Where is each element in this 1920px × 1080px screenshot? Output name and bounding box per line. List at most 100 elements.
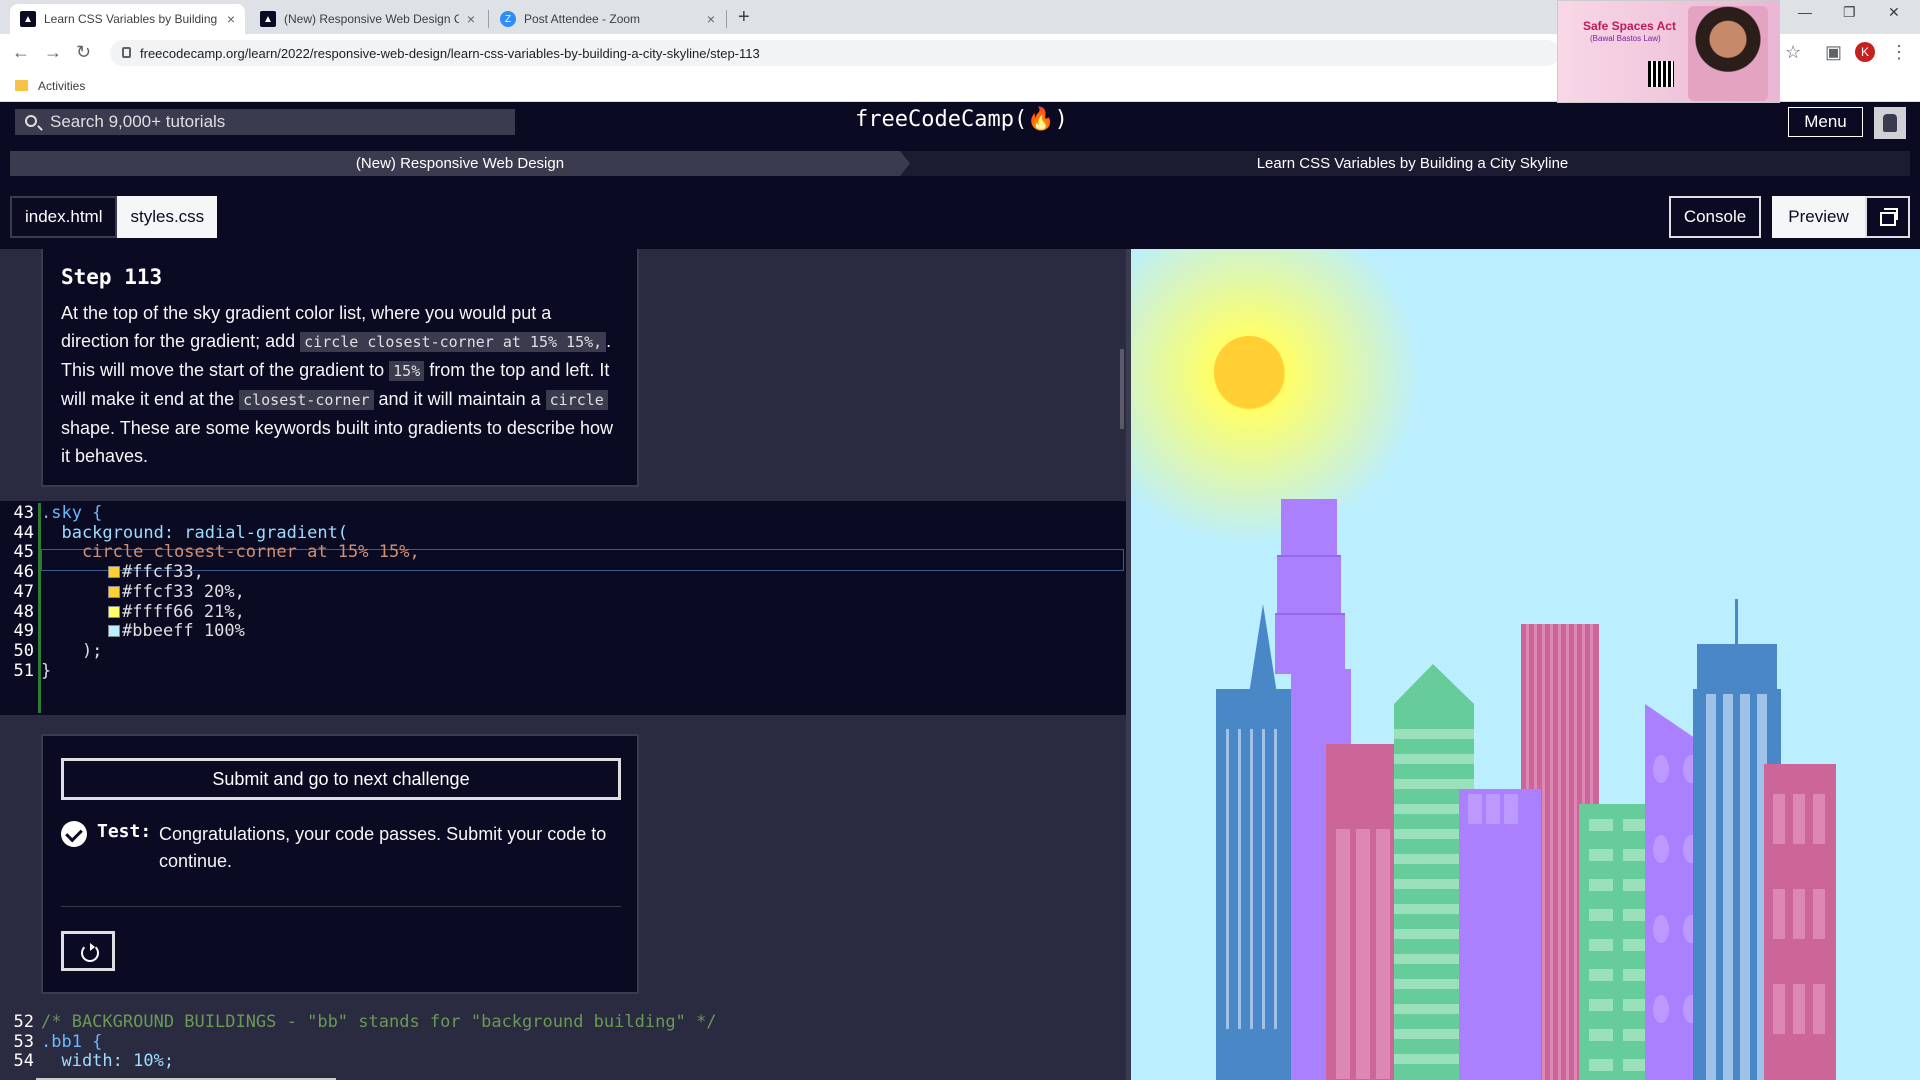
code-line[interactable]: } [41,661,51,681]
search-input[interactable]: Search 9,000+ tutorials [15,109,515,135]
zoom-favicon-icon: Z [500,11,516,27]
step-text: At the top of the sky gradient color lis… [61,299,621,470]
close-icon[interactable]: × [707,11,715,27]
code-block[interactable]: 43 .sky { 44 background: radial-gradient( 4… [0,501,1126,715]
close-icon[interactable]: × [227,11,235,27]
bb-purple-top [1281,499,1337,559]
star-icon[interactable]: ☆ [1785,42,1801,63]
code-line[interactable]: circle closest-corner at 15% 15%, [41,542,420,562]
color-swatch[interactable] [108,605,120,618]
test-message: Congratulations, your code passes. Submi… [159,824,607,871]
fcc-favicon-icon: ▲ [260,11,276,27]
popout-preview-icon[interactable] [1865,196,1910,238]
color-swatch[interactable] [108,625,120,638]
restore-icon[interactable]: ❐ [1843,4,1856,21]
line-number: 53 [13,1031,34,1052]
fcc-navbar: Search 9,000+ tutorials freeCodeCamp(🔥) … [0,103,1920,141]
forward-icon[interactable]: → [44,42,62,63]
breadcrumb: (New) Responsive Web Design Learn CSS Va… [10,151,1910,176]
line-number: 47 [13,581,34,602]
code-line[interactable]: width: 10%; [41,1051,174,1071]
code-line[interactable]: #bbeeff 100% [108,621,245,641]
profile-avatar[interactable]: K [1855,42,1875,62]
reset-icon[interactable] [61,931,115,971]
inline-code: circle [545,390,608,410]
preview-pane [1131,249,1920,1080]
user-avatar-icon[interactable] [1874,107,1906,139]
fcc-logo[interactable]: freeCodeCamp(🔥) [855,107,1068,132]
step-description: Step 113 At the top of the sky gradient … [41,249,639,487]
fcc-favicon-icon: ▲ [20,11,36,27]
step-text-part: and it will maintain a [373,389,546,409]
code-line[interactable]: /* BACKGROUND BUILDINGS - "bb" stands fo… [41,1012,717,1032]
minimize-icon[interactable]: — [1798,4,1812,20]
code-line[interactable]: #ffcf33 20%, [108,582,245,602]
close-icon[interactable]: × [467,11,475,27]
bb-purple-low [1275,614,1345,674]
city-skyline [1216,499,1836,1080]
line-number: 44 [13,522,34,543]
breadcrumb-course[interactable]: (New) Responsive Web Design [10,151,910,176]
submit-button[interactable]: Submit and go to next challenge [61,758,621,800]
menu-button[interactable]: Menu [1788,107,1863,137]
search-placeholder: Search 9,000+ tutorials [50,112,226,131]
window-close-icon[interactable]: ✕ [1888,4,1900,21]
code-line[interactable]: #ffcf33, [108,562,204,582]
tab-title: Learn CSS Variables by Building a [43,12,219,26]
bb-blue-right-top [1697,644,1777,689]
tab-separator [488,10,489,28]
console-button[interactable]: Console [1669,196,1761,238]
line-number: 51 [13,660,34,681]
bb-spire [1249,604,1277,694]
folder-icon [15,80,28,91]
line-number: 46 [13,562,34,583]
browser-tab[interactable]: ▲ (New) Responsive Web Design C × [250,4,485,34]
code-text: #ffcf33, [122,562,204,583]
test-label: Test: [97,821,152,842]
line-number: 50 [13,640,34,661]
line-number: 54 [13,1051,34,1072]
inline-code: closest-corner [239,390,374,410]
color-swatch[interactable] [108,566,120,579]
vertical-scrollbar[interactable] [1120,349,1124,429]
url-field[interactable]: freecodecamp.org/learn/2022/responsive-w… [110,40,1560,66]
tab-index-html[interactable]: index.html [10,196,118,238]
kebab-menu-icon[interactable]: ⋮ [1890,42,1908,63]
code-line[interactable]: #ffff66 21%, [108,602,245,622]
file-tabs: index.html styles.css [10,196,218,238]
preview-button[interactable]: Preview [1772,196,1865,238]
code-line[interactable]: background: radial-gradient( [41,523,348,543]
step-title: Step 113 [61,265,163,289]
line-number: 45 [13,542,34,563]
tab-styles-css[interactable]: styles.css [117,196,218,238]
inline-code: circle closest-corner at 15% 15%, [300,332,607,352]
browser-tab[interactable]: Z Post Attendee - Zoom × [490,4,725,34]
line-number: 49 [13,621,34,642]
breadcrumb-project[interactable]: Learn CSS Variables by Building a City S… [915,151,1910,176]
bb-green-roof [1394,664,1474,704]
code-line[interactable]: .sky { [41,503,102,523]
search-icon [25,115,37,127]
reload-icon[interactable]: ↻ [76,42,91,63]
bookmark-activities[interactable]: Activities [38,79,85,93]
back-icon[interactable]: ← [12,42,30,63]
code-line[interactable]: .bb1 { [41,1032,102,1052]
qr-code-icon [1648,61,1674,87]
code-block-continued[interactable]: 52 /* BACKGROUND BUILDINGS - "bb" stands … [0,1010,1126,1080]
zoom-video-overlay[interactable]: Safe Spaces Act (Bawal Bastos Law) [1557,0,1780,103]
check-circle-icon [61,821,87,847]
color-swatch[interactable] [108,585,120,598]
tab-title: Post Attendee - Zoom [523,12,641,26]
browser-tab-active[interactable]: ▲ Learn CSS Variables by Building a × [10,4,245,34]
participant-video [1688,6,1768,101]
tab-title: (New) Responsive Web Design C [283,12,459,26]
zoom-overlay-title: Safe Spaces Act [1583,19,1676,33]
code-editor[interactable]: Step 113 At the top of the sky gradient … [0,249,1126,1080]
divider [61,906,621,907]
new-tab-button[interactable]: + [738,6,750,29]
sidepanel-icon[interactable]: ▣ [1825,42,1842,63]
code-line[interactable]: ); [41,641,102,661]
step-text-part: shape. These are some keywords built int… [61,418,613,466]
fb-purple [1459,789,1541,1080]
line-number: 43 [13,503,34,523]
